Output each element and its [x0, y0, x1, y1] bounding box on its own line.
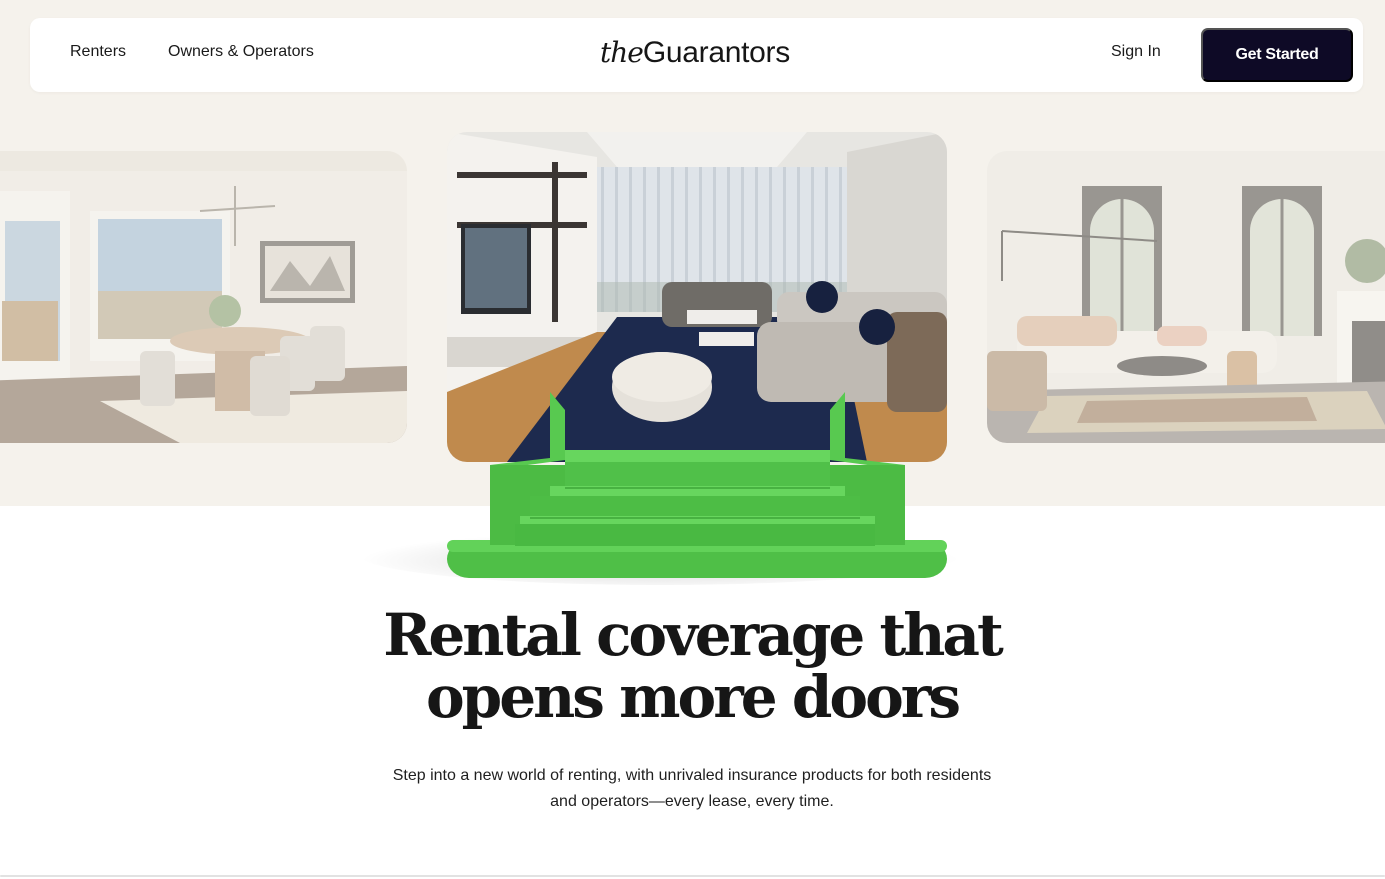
green-steps-illustration [360, 390, 1000, 590]
dining-room-photo [0, 151, 407, 443]
logo-the: the [600, 36, 644, 69]
hero-subtext: Step into a new world of renting, with u… [392, 767, 992, 810]
lounge-photo [987, 151, 1385, 443]
hero-headline: Rental coverage that opens more doors [383, 601, 1004, 731]
section-divider [0, 875, 1385, 877]
site-logo[interactable]: theGuarantors [600, 36, 790, 70]
nav-owners-operators-link[interactable]: Owners & Operators [168, 43, 314, 61]
sign-in-link[interactable]: Sign In [1111, 43, 1161, 61]
top-navbar: Renters Owners & Operators theGuarantors… [30, 18, 1363, 92]
logo-brand: Guarantors [642, 36, 790, 69]
get-started-button[interactable]: Get Started [1201, 28, 1353, 82]
nav-renters-link[interactable]: Renters [70, 43, 126, 61]
